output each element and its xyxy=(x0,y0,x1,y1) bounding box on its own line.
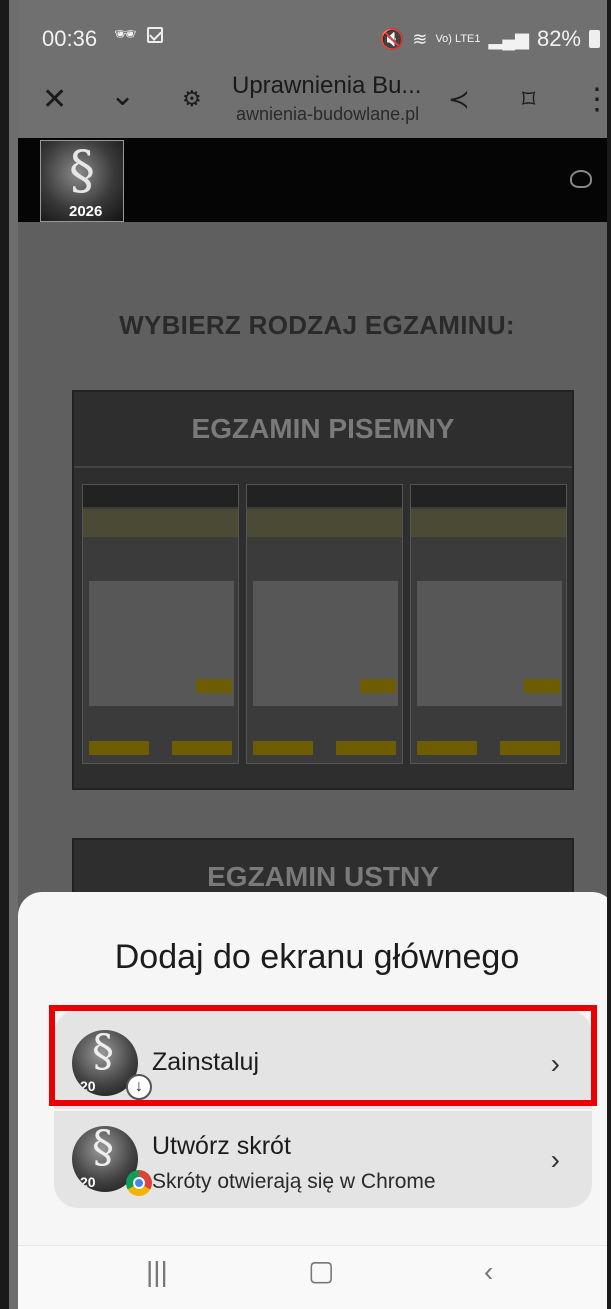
options-divider xyxy=(54,1109,592,1111)
preview-screenshot xyxy=(246,484,403,764)
site-settings-icon[interactable]: ⚙ xyxy=(182,86,202,112)
page-url: awnienia-budowlane.pl xyxy=(236,104,420,124)
install-label: Zainstaluj xyxy=(152,1048,259,1076)
chevron-right-icon: › xyxy=(550,1144,560,1175)
paragraph-icon: § xyxy=(92,1126,114,1173)
exam-written-card[interactable]: EGZAMIN PISEMNY xyxy=(72,390,574,790)
install-option[interactable]: § 20 ↓ Zainstaluj › xyxy=(54,1018,592,1110)
home-icon[interactable]: ▢ xyxy=(308,1254,334,1287)
site-logo[interactable]: § 2026 xyxy=(40,140,124,222)
preview-screenshots xyxy=(82,484,567,764)
recent-apps-icon[interactable]: ||| xyxy=(146,1256,168,1288)
mute-icon: 🔇 xyxy=(379,28,405,51)
phone-screen: 00:36 🕶 🔇 ≋ Vo) LTE1 ▂▄▆ 82% ✕ ⌄ ⚙ Upraw… xyxy=(0,0,611,1309)
more-options-icon[interactable]: ⋮ xyxy=(582,82,607,117)
back-icon[interactable]: ‹ xyxy=(484,1256,493,1288)
system-nav-bar: ||| ▢ ‹ xyxy=(18,1245,607,1309)
status-bar: 00:36 🕶 🔇 ≋ Vo) LTE1 ▂▄▆ 82% xyxy=(18,0,607,72)
sheet-heading: Dodaj do ekranu głównego xyxy=(114,938,520,976)
create-shortcut-subtitle: Skróty otwierają się w Chrome xyxy=(152,1170,436,1193)
chrome-badge-icon xyxy=(126,1170,152,1196)
create-shortcut-option[interactable]: § 20 Utwórz skrót Skróty otwierają się w… xyxy=(54,1114,592,1206)
download-badge-icon: ↓ xyxy=(126,1074,152,1100)
battery-icon xyxy=(589,30,600,48)
preview-screenshot xyxy=(82,484,239,764)
incognito-icon: 🕶 xyxy=(114,24,137,44)
sheet-options: § 20 ↓ Zainstaluj › § 20 Utwórz skrót Sk… xyxy=(54,1010,592,1208)
site-header: § 2026 xyxy=(18,138,607,222)
preview-screenshot xyxy=(410,484,567,764)
bookmark-icon[interactable]: ⌑ xyxy=(522,84,535,115)
network-label: Vo) LTE1 xyxy=(435,33,481,45)
choose-exam-heading: WYBIERZ RODZAJ EGZAMINU: xyxy=(119,310,515,340)
chevron-right-icon: › xyxy=(550,1048,560,1079)
custom-tab-toolbar: ✕ ⌄ ⚙ Uprawnienia Bu... awnienia-budowla… xyxy=(18,72,607,138)
notification-check-icon xyxy=(146,26,163,43)
status-time: 00:36 xyxy=(42,26,98,51)
battery-level: 82% xyxy=(536,26,581,51)
create-shortcut-label: Utwórz skrót xyxy=(152,1132,291,1160)
share-icon[interactable]: ≺ xyxy=(448,84,470,115)
signal-icon: ▂▄▆ xyxy=(488,28,529,49)
wifi-icon: ≋ xyxy=(412,28,428,49)
close-icon[interactable]: ✕ xyxy=(42,82,67,117)
page-title: Uprawnienia Bu... xyxy=(232,72,422,99)
paragraph-icon: § xyxy=(69,141,95,201)
chevron-down-icon[interactable]: ⌄ xyxy=(110,78,135,113)
exam-written-title: EGZAMIN PISEMNY xyxy=(74,392,572,468)
add-to-home-sheet: Dodaj do ekranu głównego § 20 ↓ Zainstal… xyxy=(18,892,607,1309)
eye-icon[interactable] xyxy=(570,170,592,188)
paragraph-icon: § xyxy=(92,1030,114,1077)
logo-year: 2026 xyxy=(69,203,103,220)
